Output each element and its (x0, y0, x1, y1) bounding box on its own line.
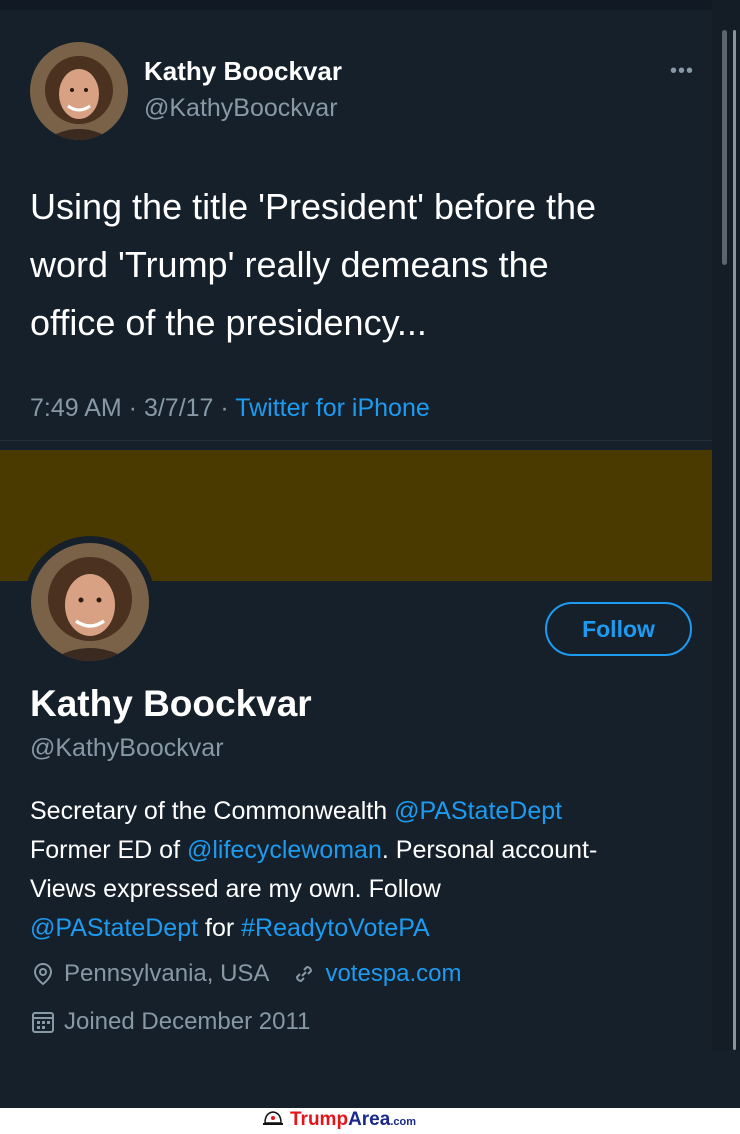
profile-joined-row: Joined December 2011 (30, 1008, 310, 1036)
profile-name: Kathy Boockvar (30, 683, 312, 724)
bio-text: . Personal account- (381, 836, 598, 864)
profile-avatar[interactable] (31, 543, 149, 661)
profile-bio: Secretary of the Commonwealth @PAStateDe… (30, 792, 710, 948)
link-icon (291, 961, 317, 987)
bio-text: for (198, 914, 242, 942)
profile-meta-row: Pennsylvania, USA votespa.com (30, 960, 462, 988)
bio-text: Former ED of (30, 836, 187, 864)
tweet-author-avatar[interactable] (30, 42, 128, 140)
bio-hashtag-link[interactable]: #ReadytoVotePA (241, 914, 430, 942)
tweet-meta: 7:49 AM · 3/7/17 · Twitter for iPhone (30, 394, 430, 423)
tweet-text: Using the title 'President' before the w… (30, 186, 597, 343)
site-watermark: TrumpArea.com (262, 1108, 416, 1132)
watermark-brand-primary: Trump (290, 1109, 349, 1130)
bio-line-2: Former ED of @lifecyclewoman. Personal a… (30, 831, 710, 870)
trump-hat-icon (262, 1107, 284, 1134)
bio-mention-link[interactable]: @PAStateDept (394, 797, 562, 825)
scroll-track (733, 30, 736, 1050)
bio-mention-link[interactable]: @PAStateDept (30, 914, 198, 942)
bio-text: Views expressed are my own. Follow (30, 875, 441, 903)
bio-mention-link[interactable]: @lifecyclewoman (187, 836, 382, 864)
tweet-author-handle[interactable]: @KathyBoockvar (144, 94, 338, 123)
bio-line-3: Views expressed are my own. Follow (30, 870, 710, 909)
bio-line-1: Secretary of the Commonwealth @PAStateDe… (30, 792, 710, 831)
profile-website-link[interactable]: votespa.com (325, 960, 461, 988)
watermark-brand-secondary: Area (348, 1109, 391, 1130)
profile-joined-date: Joined December 2011 (64, 1008, 311, 1035)
tweet-source-link[interactable]: Twitter for iPhone (235, 394, 430, 422)
calendar-icon (30, 1009, 56, 1035)
location-icon (30, 961, 56, 987)
tweet-timestamp: 7:49 AM · 3/7/17 · (30, 394, 236, 422)
profile-handle: @KathyBoockvar (30, 734, 224, 762)
watermark-text: TrumpArea.com (290, 1109, 416, 1131)
top-edge (0, 0, 740, 10)
more-icon[interactable]: ••• (666, 60, 698, 82)
watermark-brand-suffix: .com (390, 1116, 416, 1128)
bottom-spacer (0, 1050, 740, 1108)
follow-button[interactable]: Follow (545, 602, 692, 656)
bio-line-4: @PAStateDept for #ReadytoVotePA (30, 909, 710, 948)
profile-location: Pennsylvania, USA (64, 960, 270, 987)
divider (0, 440, 712, 441)
tweet-author-name[interactable]: Kathy Boockvar (144, 56, 342, 87)
bio-text: Secretary of the Commonwealth (30, 797, 395, 825)
scrollbar-thumb[interactable] (722, 30, 727, 265)
